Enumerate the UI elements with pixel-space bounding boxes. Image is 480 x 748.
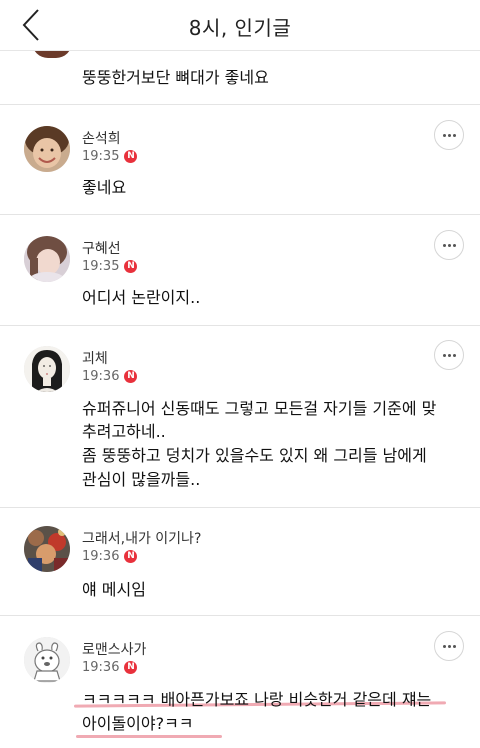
more-options-button[interactable] xyxy=(434,120,464,150)
avatar[interactable] xyxy=(24,526,70,572)
new-badge: N xyxy=(124,150,138,163)
comment-time: 19:36 N xyxy=(82,660,138,675)
comment-text-line: 추려고하네.. xyxy=(82,422,166,441)
avatar-photo xyxy=(24,526,70,572)
comment-text: 뚱뚱한거보단 뼈대가 좋네요 xyxy=(82,68,269,87)
comment-text: 어디서 논란이지.. xyxy=(82,288,201,307)
avatar[interactable] xyxy=(24,236,70,282)
comment-text: 얘 메시임 xyxy=(82,580,146,599)
time-text: 19:35 xyxy=(82,149,120,164)
comment-text-line: ㅋㅋㅋㅋㅋ 배아픈가보죠 나랑 비슷한거 같은데 쟤는 xyxy=(82,690,432,709)
new-badge: N xyxy=(124,260,138,273)
avatar[interactable] xyxy=(24,346,70,392)
avatar-photo xyxy=(24,637,70,683)
more-options-button[interactable] xyxy=(434,340,464,370)
comment-author[interactable]: 그래서,내가 이기나? xyxy=(82,528,201,548)
page-title: 8시, 인기글 xyxy=(188,16,292,40)
new-badge: N xyxy=(124,661,138,674)
comment-text: 좋네요 xyxy=(82,178,127,197)
comment-author[interactable]: 로맨스사가 xyxy=(82,639,146,659)
avatar-photo xyxy=(24,126,70,172)
more-icon xyxy=(443,134,446,137)
comment-author[interactable]: 괴체 xyxy=(82,348,108,368)
time-text: 19:36 xyxy=(82,549,120,564)
more-options-button[interactable] xyxy=(434,631,464,661)
comment-text-line: 아이돌이야?ㅋㅋ xyxy=(82,714,194,733)
time-text: 19:36 xyxy=(82,660,120,675)
comment-text-line: 관심이 많을까들.. xyxy=(82,470,201,489)
comment-time: 19:35 N xyxy=(82,259,138,274)
avatar-photo xyxy=(24,346,70,392)
divider xyxy=(0,507,480,508)
comment-time: 19:36 N xyxy=(82,369,138,384)
comment-time: 19:36 N xyxy=(82,549,138,564)
new-badge: N xyxy=(124,370,138,383)
divider xyxy=(0,325,480,326)
divider xyxy=(0,615,480,616)
avatar[interactable] xyxy=(24,637,70,683)
time-text: 19:35 xyxy=(82,259,120,274)
time-text: 19:36 xyxy=(82,369,120,384)
more-icon xyxy=(443,354,446,357)
avatar-photo xyxy=(24,236,70,282)
avatar[interactable] xyxy=(24,126,70,172)
comment-author[interactable]: 구혜선 xyxy=(82,238,121,258)
more-icon xyxy=(443,645,446,648)
comment-text-line: 슈퍼쥬니어 신동때도 그렇고 모든걸 자기들 기준에 맞 xyxy=(82,399,437,418)
divider xyxy=(0,214,480,215)
new-badge: N xyxy=(124,550,138,563)
more-options-button[interactable] xyxy=(434,230,464,260)
divider xyxy=(0,104,480,105)
comment-text-line: 좀 뚱뚱하고 덩치가 있을수도 있지 왜 그리들 남에게 xyxy=(82,446,427,465)
more-icon xyxy=(443,244,446,247)
comment-author[interactable]: 손석희 xyxy=(82,128,121,148)
top-bar: 8시, 인기글 xyxy=(0,0,480,51)
comment-time: 19:35 N xyxy=(82,149,138,164)
